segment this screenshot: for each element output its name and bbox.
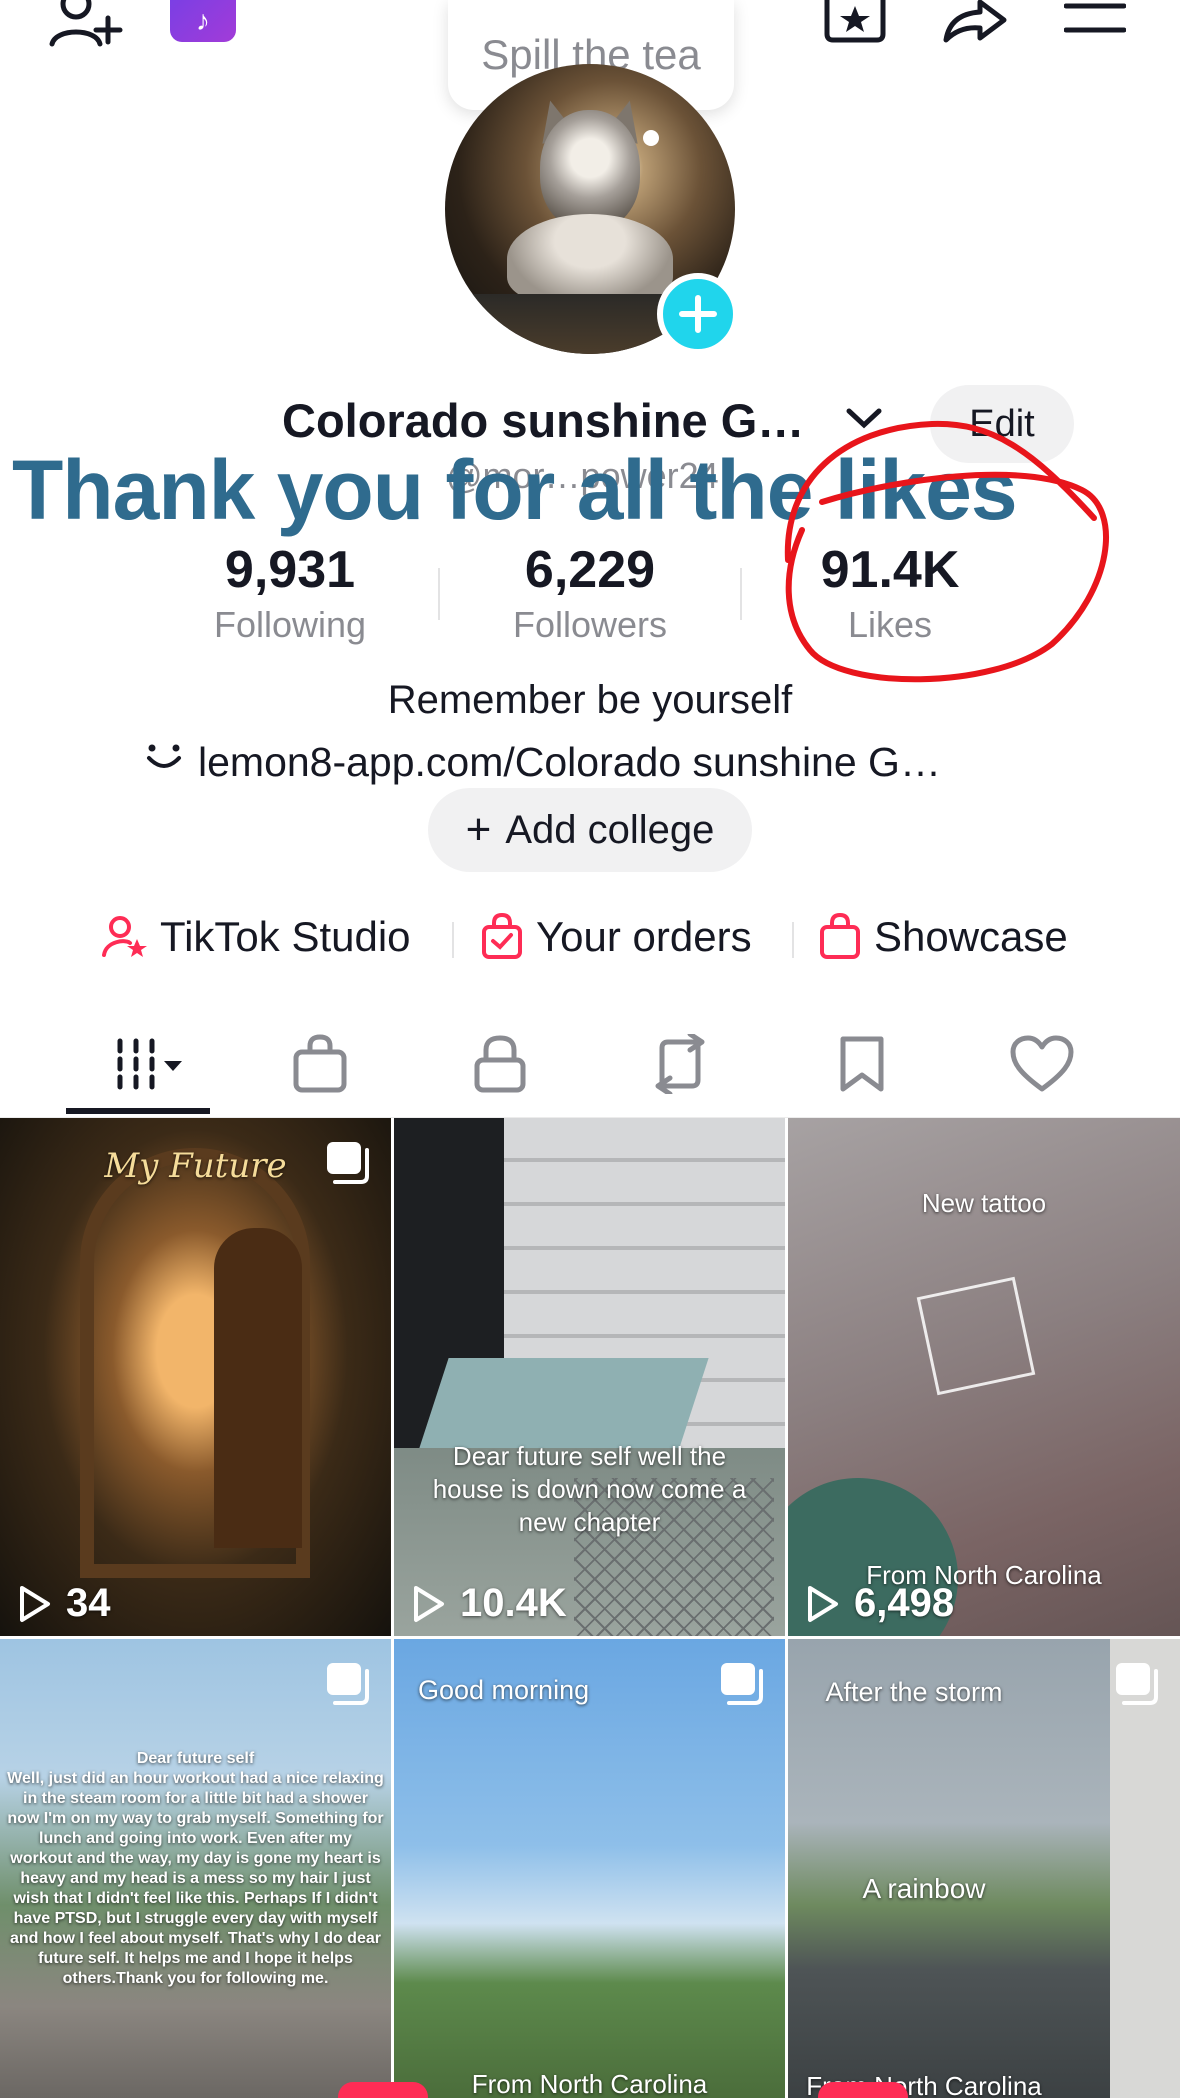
notification-badge (818, 2082, 908, 2098)
tab-reposts[interactable] (610, 1010, 750, 1118)
tool-label: Showcase (874, 913, 1068, 960)
tab-videos[interactable] (68, 1010, 208, 1118)
play-icon (414, 1585, 444, 1622)
stat-label: Following (213, 604, 367, 645)
video-caption: Well, just did an hour workout had a nic… (7, 1770, 384, 1987)
video-thumbnail[interactable]: Dear future self well the house is down … (394, 1118, 785, 1636)
notification-badge (338, 2082, 428, 2098)
display-name[interactable]: Colorado sunshine G… (282, 393, 804, 448)
stat-value: 6,229 (524, 541, 656, 599)
stat-followers[interactable]: 6,229 Followers (460, 540, 720, 646)
play-icon (808, 1585, 838, 1622)
tool-label: TikTok Studio (160, 913, 411, 960)
active-tab-indicator (66, 1108, 210, 1114)
stat-label: Followers (512, 604, 668, 645)
video-thumbnail[interactable]: Dear future self Well, just did an hour … (0, 1639, 391, 2098)
profile-link[interactable]: lemon8-app.com/Colorado sunshine G… (144, 736, 1044, 788)
tab-favorites[interactable] (792, 1010, 932, 1118)
add-friend-icon[interactable] (46, 0, 126, 50)
view-count: 6,498 (806, 1581, 954, 1626)
view-count: 10.4K (412, 1581, 567, 1626)
shopping-bag-icon (820, 913, 860, 959)
tab-private[interactable] (430, 1010, 570, 1118)
video-grid: My Future 34 Dear future self well the h… (0, 1118, 1180, 2098)
add-college-button[interactable]: + Add college (428, 788, 752, 872)
favorites-star-icon[interactable] (822, 0, 888, 44)
plus-icon: + (465, 805, 492, 854)
smile-link-icon (144, 739, 184, 786)
bag-check-icon (482, 913, 522, 959)
tab-liked[interactable] (972, 1010, 1112, 1118)
tiktok-studio-link[interactable]: TikTok Studio (100, 902, 411, 972)
stat-value: 9,931 (224, 541, 356, 599)
tool-label: Your orders (536, 913, 752, 960)
tiktok-now-icon[interactable]: ♪ (170, 0, 236, 42)
heart-icon (1010, 1035, 1074, 1092)
video-thumbnail[interactable]: After the storm A rainbow From North Car… (788, 1639, 1180, 2098)
video-title: New tattoo (921, 1188, 1047, 1218)
grid-bars-icon (117, 1038, 182, 1090)
plus-icon (679, 295, 717, 333)
divider (792, 922, 794, 958)
your-orders-link[interactable]: Your orders (480, 902, 752, 972)
red-circle-annotation (784, 420, 1109, 683)
tab-shop[interactable] (250, 1010, 390, 1118)
profile-tabs (0, 1010, 1180, 1118)
view-count: 34 (18, 1581, 111, 1626)
video-caption: A rainbow (862, 1873, 986, 1904)
menu-icon[interactable] (1064, 0, 1126, 40)
multi-photo-icon (1114, 1661, 1160, 1710)
video-thumbnail[interactable]: Good morning From North Carolina (394, 1639, 785, 2098)
video-caption: Dear future self well the house is down … (432, 1441, 747, 1537)
link-text: lemon8-app.com/Colorado sunshine G… (198, 738, 941, 785)
view-count-text: 10.4K (460, 1581, 567, 1625)
bottom-nav-badges (0, 2082, 1180, 2098)
video-thumbnail[interactable]: New tattoo From North Carolina 6,498 (788, 1118, 1180, 1636)
add-story-button[interactable] (657, 273, 739, 355)
video-title: Dear future self (136, 1750, 255, 1767)
video-thumbnail[interactable]: My Future 34 (0, 1118, 391, 1636)
focus-frame (916, 1276, 1036, 1396)
stat-following[interactable]: 9,931 Following (160, 540, 420, 646)
repost-icon (655, 1034, 705, 1094)
view-count-text: 6,498 (854, 1581, 955, 1625)
multi-photo-icon (325, 1661, 371, 1710)
view-count-text: 34 (66, 1581, 111, 1625)
bookmark-icon (840, 1036, 884, 1092)
video-title: After the storm (825, 1677, 1003, 1707)
showcase-link[interactable]: Showcase (818, 902, 1068, 972)
divider (438, 568, 440, 620)
person-star-icon (102, 916, 147, 957)
shopping-bag-icon (293, 1034, 347, 1093)
lock-icon (474, 1035, 526, 1093)
play-icon (20, 1585, 50, 1622)
creator-tools-row: TikTok Studio Your orders Showcase (0, 902, 1180, 972)
divider (452, 922, 454, 958)
add-college-label: Add college (505, 807, 715, 852)
share-icon[interactable] (940, 0, 1010, 46)
multi-photo-icon (325, 1140, 371, 1189)
multi-photo-icon (719, 1661, 765, 1710)
bio-text: Remember be yourself (387, 678, 793, 722)
divider (740, 568, 742, 620)
